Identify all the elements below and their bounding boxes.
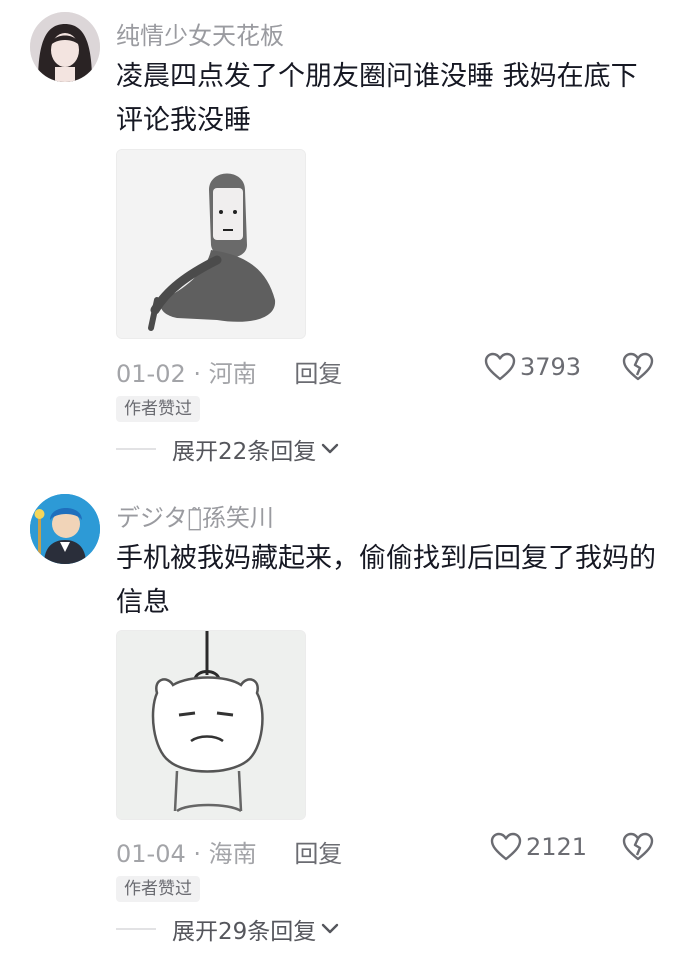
comment-location: 河南 — [208, 360, 257, 388]
reply-button[interactable]: 回复 — [294, 840, 342, 868]
like-count: 3793 — [520, 353, 582, 381]
comment-text: 凌晨四点发了个朋友圈问谁没睡 我妈在底下评论我没睡 — [116, 61, 638, 136]
heart-icon — [490, 832, 522, 861]
broken-heart-icon — [622, 832, 654, 861]
chevron-down-icon — [322, 443, 339, 454]
heart-icon — [484, 352, 516, 381]
like-button[interactable]: 3793 — [484, 352, 581, 382]
user-avatar[interactable] — [30, 12, 100, 82]
expand-replies-button[interactable]: 展开22条回复 — [116, 432, 340, 466]
expand-replies-label: 展开29条回复 — [172, 919, 317, 945]
comment-meta: 01-04 · 海南 回复 — [116, 834, 342, 869]
reply-button[interactable]: 回复 — [294, 360, 342, 388]
dislike-button[interactable] — [622, 352, 654, 386]
user-avatar[interactable] — [30, 494, 100, 564]
expand-divider — [116, 928, 156, 930]
author-liked-badge: 作者赞过 — [116, 396, 200, 422]
sticker-figure — [117, 150, 305, 338]
comment-location: 海南 — [208, 840, 257, 868]
comment-meta: 01-02 · 河南 回复 — [116, 354, 342, 389]
comment-item: 纯情少女天花板 凌晨四点发了个朋友圈问谁没睡 我妈在底下评论我没睡 01-02 … — [0, 0, 690, 482]
expand-replies-button[interactable]: 展开29条回复 — [116, 912, 340, 946]
username[interactable]: 纯情少女天花板 — [116, 16, 284, 51]
comment-sticker-image[interactable] — [116, 149, 306, 339]
sticker-figure — [117, 631, 305, 819]
chevron-down-icon — [322, 923, 339, 934]
dislike-button[interactable] — [622, 832, 654, 866]
username[interactable]: デジタル̃孫笑川 — [116, 498, 274, 533]
comment-item: デジタル̃孫笑川 手机被我妈藏起来，偷偷找到后回复了我妈的信息 01-04 · … — [0, 482, 690, 956]
comment-text: 手机被我妈藏起来，偷偷找到后回复了我妈的信息 — [116, 543, 656, 618]
meta-separator: · — [193, 840, 202, 868]
comment-sticker-image[interactable] — [116, 630, 306, 820]
expand-replies-label: 展开22条回复 — [172, 439, 317, 465]
avatar-image — [30, 12, 100, 82]
expand-divider — [116, 448, 156, 450]
broken-heart-icon — [622, 352, 654, 381]
meta-separator: · — [193, 360, 202, 388]
comment-date: 01-04 — [116, 840, 186, 868]
author-liked-badge: 作者赞过 — [116, 876, 200, 902]
comment-date: 01-02 — [116, 360, 186, 388]
avatar-image — [30, 494, 100, 564]
like-count: 2121 — [526, 833, 588, 861]
like-button[interactable]: 2121 — [490, 832, 587, 862]
